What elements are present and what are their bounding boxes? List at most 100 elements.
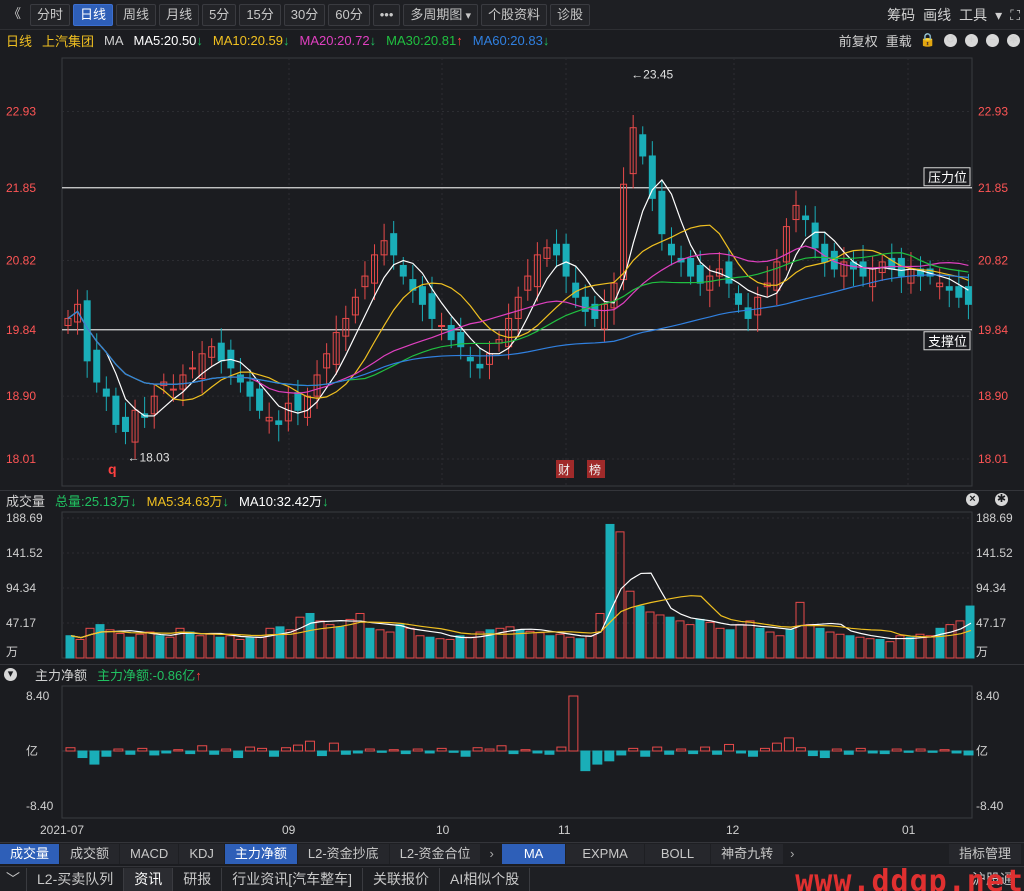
volume-bar	[905, 636, 915, 659]
indicator-manage-button[interactable]: 指标管理	[948, 843, 1021, 864]
chevron-right-icon[interactable]: ›	[489, 846, 493, 861]
y-tick-left: 18.01	[6, 452, 36, 466]
lock-icon[interactable]: 🔒	[920, 32, 936, 48]
fund-tick-right: 亿	[976, 743, 988, 758]
fund-bar	[436, 747, 447, 752]
volume-bar	[945, 624, 955, 659]
fund-bar	[676, 748, 687, 752]
fund-bar	[759, 747, 770, 752]
fund-legend: ▾ 主力净额 主力净额:-0.86亿↑	[0, 664, 1024, 684]
tab-zhouxian[interactable]: 周线	[116, 3, 157, 26]
draw-line-button[interactable]: 画线	[923, 5, 951, 25]
close-panel-icon[interactable]: ×	[966, 493, 979, 506]
tab-expma[interactable]: EXPMA	[566, 843, 644, 864]
candle-body	[102, 388, 110, 397]
panel-settings-icon[interactable]: ✱	[995, 493, 1008, 506]
tab-l2-position[interactable]: L2-资金合位	[389, 843, 481, 864]
candle-body	[428, 293, 436, 319]
fund-bar	[77, 750, 88, 759]
tab-fenshi[interactable]: 分时	[30, 3, 71, 26]
tab-60min[interactable]: 60分	[328, 3, 370, 26]
candle-body	[256, 388, 264, 411]
candle-body	[945, 286, 953, 291]
volume-bar	[825, 631, 835, 659]
adjust-mode[interactable]: 前复权	[839, 31, 878, 50]
volume-bar	[545, 635, 555, 659]
zoom-in-icon[interactable]: +	[965, 33, 978, 47]
diagnose-button[interactable]: 诊股	[549, 3, 590, 26]
volume-bar	[885, 641, 895, 659]
volume-chart[interactable]: 188.69 188.69 141.52 141.52 94.34 94.34 47.17 4…	[0, 510, 1024, 660]
fund-flow-chart[interactable]: 8.40 8.40 亿 亿 -8.40 -8.40	[0, 684, 1024, 820]
volume-bar	[375, 629, 385, 659]
ma10-value: MA10:20.59↓	[212, 32, 290, 48]
fund-bar	[245, 746, 256, 752]
indicator-name[interactable]: MA	[104, 33, 124, 48]
tab-industry-news[interactable]: 行业资讯[汽车整车]	[222, 867, 364, 891]
reload-button[interactable]: 重载	[886, 31, 912, 50]
tab-ma[interactable]: MA	[501, 843, 566, 864]
candle-body	[859, 261, 867, 277]
period-label: 日线	[6, 33, 33, 49]
fund-tick-left: 亿	[26, 743, 38, 758]
tab-5min[interactable]: 5分	[202, 3, 237, 26]
tab-boll[interactable]: BOLL	[644, 843, 711, 864]
dropdown-arrow-icon[interactable]: ▾	[995, 7, 1002, 24]
panel-collapse-icon[interactable]: ▾	[4, 668, 17, 681]
fund-bar	[448, 750, 459, 753]
multi-period-dropdown[interactable]: 多周期图	[403, 3, 478, 26]
tab-rixian[interactable]: 日线	[73, 3, 114, 26]
fund-bar	[891, 748, 902, 752]
volume-tick-left: 141.52	[6, 546, 43, 560]
tab-main-fund[interactable]: 主力净额	[224, 843, 297, 864]
tab-news[interactable]: 资讯	[124, 867, 174, 891]
tab-yuexian[interactable]: 月线	[159, 3, 200, 26]
volume-bar	[215, 636, 225, 659]
tab-macd[interactable]: MACD	[120, 843, 179, 864]
fund-bar	[412, 748, 423, 752]
volume-bar	[735, 624, 745, 659]
fund-value: 主力净额:-0.86亿↑	[97, 668, 202, 683]
y-tick-left: 20.82	[6, 254, 36, 268]
more-button[interactable]: •••	[372, 3, 401, 26]
volume-bar	[135, 633, 145, 659]
fund-bar	[388, 749, 399, 752]
tab-30min[interactable]: 30分	[283, 3, 326, 26]
zoom-out-icon[interactable]: −	[986, 33, 999, 47]
tab-l2-bottom[interactable]: L2-资金抄底	[297, 843, 389, 864]
volume-bar	[815, 627, 825, 659]
tab-turnover[interactable]: 成交额	[60, 843, 120, 864]
candle-body	[246, 381, 254, 397]
fund-bar	[652, 746, 663, 752]
tab-volume[interactable]: 成交量	[0, 843, 60, 864]
fund-bar	[472, 747, 483, 752]
tab-ai-similar[interactable]: AI相似个股	[440, 867, 531, 891]
tab-related-quotes[interactable]: 关联报价	[363, 867, 441, 891]
tab-kdj[interactable]: KDJ	[179, 843, 224, 864]
volume-bar	[235, 638, 245, 659]
candle-body	[121, 416, 129, 432]
ma5-value: MA5:20.50↓	[133, 32, 203, 48]
stock-info-button[interactable]: 个股资料	[480, 3, 547, 26]
tab-research[interactable]: 研报	[173, 867, 223, 891]
collapse-down-icon[interactable]: ﹀	[0, 867, 27, 891]
settings-icon[interactable]: ✱	[1007, 33, 1020, 47]
tab-magic-nine[interactable]: 神奇九转	[711, 843, 784, 864]
fullscreen-icon[interactable]: ⛶	[1010, 7, 1020, 24]
candle-body	[112, 395, 120, 425]
tab-15min[interactable]: 15分	[239, 3, 281, 26]
collapse-left-icon[interactable]: 《	[2, 4, 27, 26]
volume-bar	[265, 627, 275, 659]
fund-bar	[125, 750, 136, 755]
chevron-right-icon-2[interactable]: ›	[790, 846, 794, 861]
volume-bar	[355, 612, 365, 659]
candle-body	[687, 257, 695, 277]
chips-button[interactable]: 筹码	[887, 5, 915, 25]
volume-tick-right: 188.69	[976, 511, 1013, 525]
undo-icon[interactable]: ↺	[944, 33, 957, 47]
candlestick-chart[interactable]: 22.93 22.93 21.85 21.85 20.82 20.82 19.84 19.84…	[0, 50, 1024, 488]
y-tick-right: 18.01	[978, 452, 1008, 466]
tab-l2-queue[interactable]: L2-买卖队列	[27, 867, 125, 891]
tools-dropdown[interactable]: 工具	[959, 5, 987, 25]
volume-bar	[935, 627, 945, 659]
